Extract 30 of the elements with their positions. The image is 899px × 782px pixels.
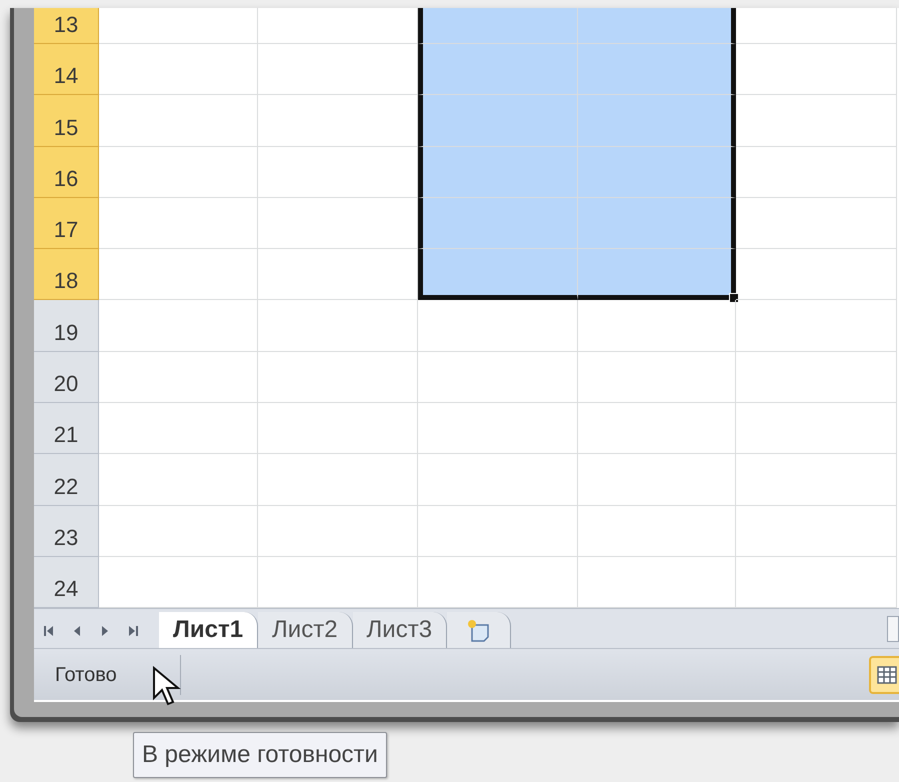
cell[interactable] (578, 44, 736, 96)
horizontal-scrollbar[interactable] (887, 616, 899, 642)
cell[interactable] (578, 8, 736, 44)
sheet-tab[interactable]: Лист3 (352, 612, 448, 648)
sheet-tab[interactable]: Лист2 (258, 612, 353, 648)
row-header[interactable]: 23 (34, 506, 99, 557)
status-text: Готово (54, 662, 118, 688)
cell[interactable] (578, 146, 736, 198)
row-header[interactable]: 13 (34, 8, 99, 44)
cell[interactable] (578, 198, 736, 250)
row-header[interactable]: 18 (34, 249, 99, 300)
normal-view-button[interactable] (869, 656, 899, 694)
row-header[interactable]: 17 (34, 198, 99, 250)
row-header[interactable]: 19 (34, 300, 99, 352)
row-header[interactable]: 14 (34, 44, 99, 96)
row-header[interactable]: 15 (34, 95, 99, 147)
cell[interactable] (578, 95, 736, 147)
row-header[interactable]: 22 (34, 454, 99, 506)
new-sheet-button[interactable] (447, 612, 512, 648)
grid-icon (877, 666, 897, 684)
fill-handle[interactable] (729, 293, 739, 304)
row-header[interactable]: 16 (34, 146, 99, 198)
row-header[interactable]: 21 (34, 403, 99, 454)
last-sheet-icon[interactable] (127, 624, 139, 638)
sheet-tab[interactable]: Лист1 (159, 612, 258, 648)
row-header[interactable]: 20 (34, 352, 99, 404)
cell[interactable] (578, 249, 736, 300)
row-header[interactable]: 24 (34, 556, 99, 608)
tooltip: В режиме готовности (133, 732, 387, 778)
first-sheet-icon[interactable] (43, 624, 55, 638)
